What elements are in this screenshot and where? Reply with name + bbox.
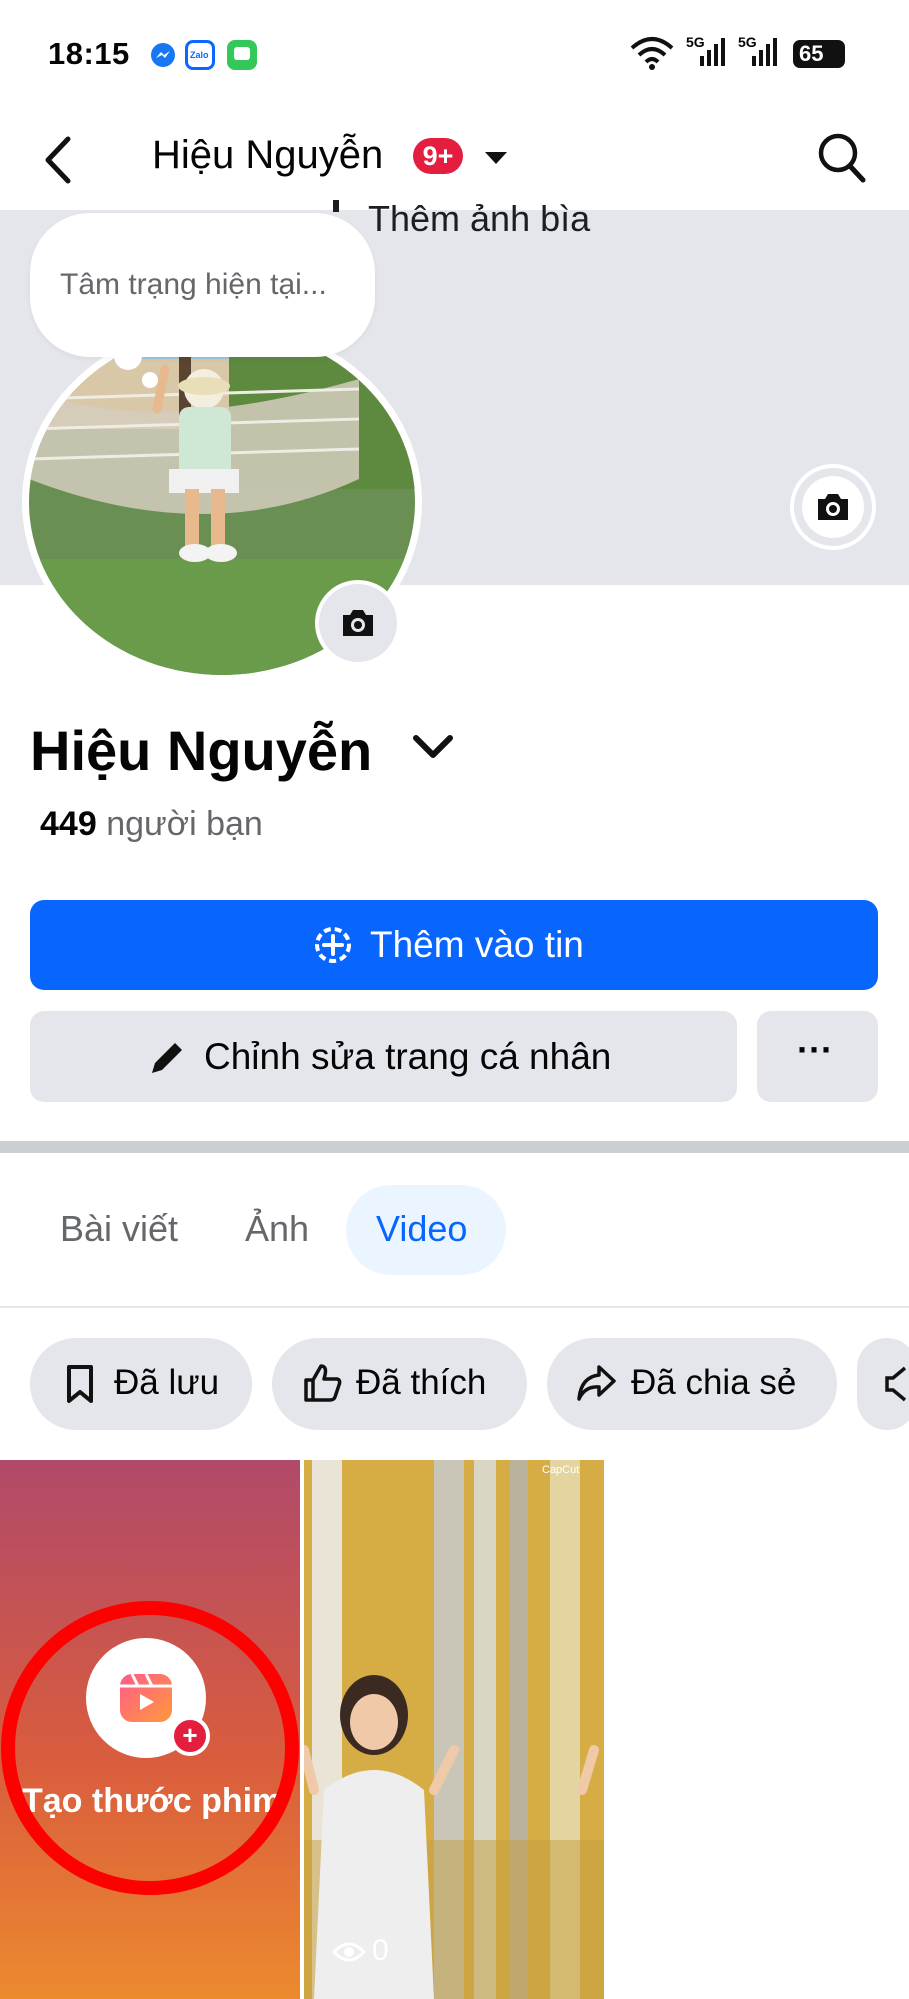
search-icon[interactable]	[818, 133, 866, 183]
speaker-icon	[885, 1366, 907, 1402]
add-story-icon	[315, 927, 351, 963]
bookmark-icon	[67, 1365, 93, 1403]
filter-next-partial[interactable]	[857, 1338, 909, 1430]
notification-badge: 9+	[413, 138, 463, 174]
profile-switcher[interactable]: Hiệu Nguyễn	[152, 133, 383, 178]
filter-liked[interactable]: Đã thích	[272, 1338, 527, 1430]
more-options-button[interactable]: ···	[757, 1011, 878, 1102]
edit-profile-button[interactable]: Chỉnh sửa trang cá nhân	[30, 1011, 737, 1102]
mood-bubble-tail	[114, 350, 158, 388]
capcut-watermark: CapCut	[542, 1464, 580, 1476]
pencil-icon	[152, 1043, 182, 1073]
filter-saved-label: Đã lưu	[114, 1363, 220, 1402]
filter-shared[interactable]: Đã chia sẻ	[547, 1338, 837, 1430]
share-icon	[577, 1365, 616, 1401]
add-story-label: Thêm vào tin	[370, 924, 584, 965]
friends-count: 449	[40, 805, 97, 843]
view-count: 0	[372, 1934, 389, 1967]
camera-icon	[343, 610, 373, 636]
tab-photos[interactable]: Ảnh	[245, 1208, 309, 1250]
wifi-icon	[630, 37, 674, 70]
messenger-icon	[151, 43, 175, 67]
section-separator	[0, 1141, 909, 1153]
camera-icon	[818, 494, 848, 520]
friends-label: người bạn	[106, 805, 263, 843]
cover-camera-button[interactable]	[790, 464, 876, 550]
edit-profile-label: Chỉnh sửa trang cá nhân	[204, 1036, 612, 1077]
signal-1-icon: 5G	[686, 34, 725, 66]
tab-posts[interactable]: Bài viết	[60, 1208, 178, 1250]
avatar-camera-button[interactable]	[315, 580, 401, 666]
tab-videos[interactable]: Video	[376, 1208, 467, 1250]
messages-icon	[227, 40, 257, 70]
caret-down-icon[interactable]	[483, 150, 509, 166]
battery-icon: 65	[793, 40, 845, 68]
chevron-down-icon[interactable]	[412, 733, 454, 761]
filter-saved[interactable]: Đã lưu	[30, 1338, 252, 1430]
zalo-icon: Zalo	[185, 40, 215, 70]
friends-count-line[interactable]: 449 người bạn	[40, 805, 263, 844]
annotation-circle	[1, 1601, 299, 1895]
back-arrow-icon[interactable]	[42, 135, 74, 185]
thumbs-up-icon	[304, 1364, 342, 1402]
add-cover-photo-label[interactable]: Thêm ảnh bìa	[368, 198, 590, 240]
status-time: 18:15	[48, 36, 130, 71]
mood-placeholder[interactable]: Tâm trạng hiện tại...	[60, 268, 327, 302]
more-options-icon: ···	[797, 1029, 833, 1070]
video-thumbnail[interactable]: CapCut 0	[304, 1460, 604, 1999]
filter-shared-label: Đã chia sẻ	[631, 1363, 797, 1402]
signal-2-icon: 5G	[738, 34, 777, 66]
zalo-label: Zalo	[190, 50, 209, 60]
profile-name: Hiệu Nguyễn	[30, 719, 373, 782]
add-story-button[interactable]: Thêm vào tin	[30, 900, 878, 990]
tab-divider	[0, 1306, 909, 1308]
battery-level: 65	[799, 41, 824, 66]
filter-liked-label: Đã thích	[356, 1363, 487, 1402]
eye-icon	[332, 1942, 366, 1962]
video-preview-image	[304, 1460, 604, 1999]
